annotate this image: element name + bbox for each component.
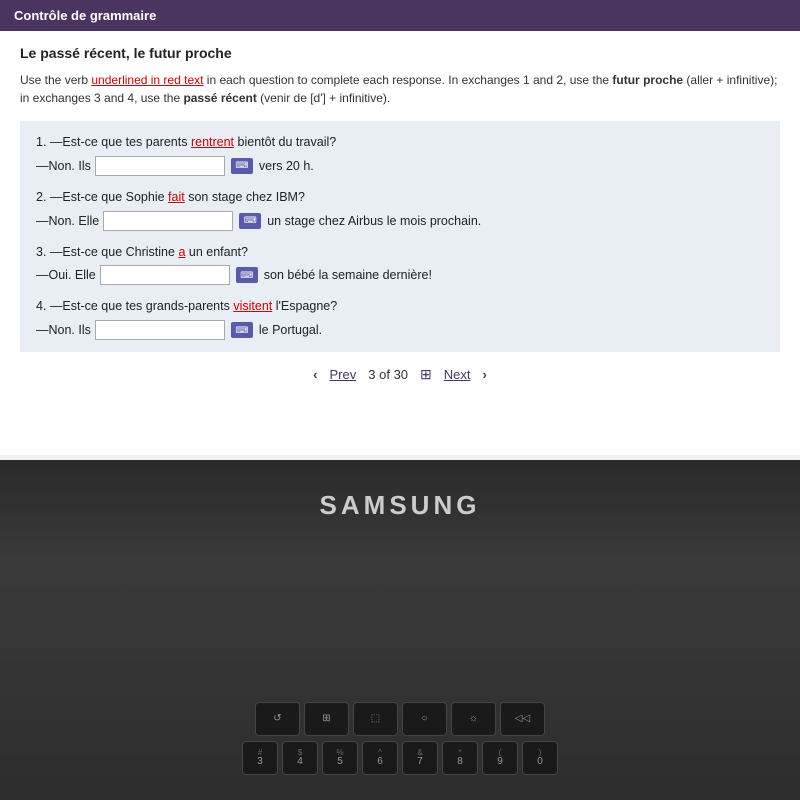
next-chevron: › <box>483 367 487 382</box>
a4-suffix: le Portugal. <box>259 323 322 337</box>
header-title: Contrôle de grammaire <box>14 8 156 23</box>
q2-post: son stage chez IBM? <box>185 190 305 204</box>
key-brightness[interactable]: ☼ <box>451 702 496 736</box>
key-0[interactable]: )0 <box>522 741 558 775</box>
q2-number: 2. <box>36 190 50 204</box>
instructions-bold1: futur proche <box>612 73 683 87</box>
total-pages: 30 <box>394 367 408 382</box>
q4-number: 4. <box>36 299 50 313</box>
key-6[interactable]: ^6 <box>362 741 398 775</box>
screen-area: Contrôle de grammaire Le passé récent, l… <box>0 0 800 460</box>
answer-line-3: —Oui. Elle ⌨ son bébé la semaine dernièr… <box>36 265 764 285</box>
q4-pre: —Est-ce que tes grands-parents <box>50 299 233 313</box>
pagination: ‹ Prev 3 of 30 ⊞ Next › <box>20 352 780 391</box>
question-block-4: 4. —Est-ce que tes grands-parents visite… <box>36 297 764 340</box>
question-line-1: 1. —Est-ce que tes parents rentrent bien… <box>36 133 764 152</box>
key-3[interactable]: #3 <box>242 741 278 775</box>
a1-suffix: vers 20 h. <box>259 159 314 173</box>
q4-post: l'Espagne? <box>272 299 337 313</box>
q1-number: 1. <box>36 135 50 149</box>
answer-line-1: —Non. Ils ⌨ vers 20 h. <box>36 156 764 176</box>
q1-post: bientôt du travail? <box>234 135 336 149</box>
content-area: Le passé récent, le futur proche Use the… <box>0 31 800 455</box>
samsung-logo: SAMSUNG <box>320 490 481 521</box>
question-block-2: 2. —Est-ce que Sophie fait son stage che… <box>36 188 764 231</box>
key-4[interactable]: $4 <box>282 741 318 775</box>
key-8[interactable]: *8 <box>442 741 478 775</box>
question-block-3: 3. —Est-ce que Christine a un enfant? —O… <box>36 243 764 286</box>
grid-icon[interactable]: ⊞ <box>420 366 432 383</box>
a2-prefix: —Non. Elle <box>36 214 99 228</box>
keyboard-row-1: ↺ ⊞ ⬚ ○ ☼ ◁◁ <box>20 702 780 736</box>
question-line-3: 3. —Est-ce que Christine a un enfant? <box>36 243 764 262</box>
instructions-part2: in each question to complete each respon… <box>203 73 612 87</box>
q2-underlined: fait <box>168 190 185 204</box>
answer-line-4: —Non. Ils ⌨ le Portugal. <box>36 320 764 340</box>
a1-prefix: —Non. Ils <box>36 159 91 173</box>
q2-pre: —Est-ce que Sophie <box>50 190 168 204</box>
q3-post: un enfant? <box>185 245 248 259</box>
instructions-part1: Use the verb <box>20 73 91 87</box>
question-block-1: 1. —Est-ce que tes parents rentrent bien… <box>36 133 764 176</box>
answer-line-2: —Non. Elle ⌨ un stage chez Airbus le moi… <box>36 211 764 231</box>
page-title: Le passé récent, le futur proche <box>20 45 780 61</box>
answer-input-2[interactable] <box>103 211 233 231</box>
key-home[interactable]: ○ <box>402 702 447 736</box>
answer-input-1[interactable] <box>95 156 225 176</box>
key-refresh[interactable]: ↺ <box>255 702 300 736</box>
q3-number: 3. <box>36 245 50 259</box>
key-7[interactable]: &7 <box>402 741 438 775</box>
kbd-icon-4: ⌨ <box>231 322 253 338</box>
key-5[interactable]: %5 <box>322 741 358 775</box>
answer-input-3[interactable] <box>100 265 230 285</box>
answer-input-4[interactable] <box>95 320 225 340</box>
instructions: Use the verb underlined in red text in e… <box>20 71 780 107</box>
questions-section: 1. —Est-ce que tes parents rentrent bien… <box>20 121 780 352</box>
page-info: 3 of 30 <box>368 367 408 382</box>
q4-underlined: visitent <box>233 299 272 313</box>
instructions-bold2: passé récent <box>183 91 256 105</box>
kbd-icon-3: ⌨ <box>236 267 258 283</box>
keyboard-area: ↺ ⊞ ⬚ ○ ☼ ◁◁ #3 $4 %5 ^6 &7 *8 (9 )0 <box>0 702 800 780</box>
q3-pre: —Est-ce que Christine <box>50 245 179 259</box>
key-9[interactable]: (9 <box>482 741 518 775</box>
current-page: 3 <box>368 367 375 382</box>
key-windows[interactable]: ⊞ <box>304 702 349 736</box>
laptop-body: SAMSUNG ↺ ⊞ ⬚ ○ ☼ ◁◁ #3 $4 %5 ^6 &7 *8 (… <box>0 460 800 800</box>
q1-pre: —Est-ce que tes parents <box>50 135 191 149</box>
page-separator: of <box>379 367 393 382</box>
instructions-part4: (venir de [d'] + infinitive). <box>257 91 390 105</box>
prev-chevron: ‹ <box>313 367 317 382</box>
a3-suffix: son bébé la semaine dernière! <box>264 268 432 282</box>
a2-suffix: un stage chez Airbus le mois prochain. <box>267 214 481 228</box>
a3-prefix: —Oui. Elle <box>36 268 96 282</box>
next-button[interactable]: Next <box>444 367 471 382</box>
key-rewind[interactable]: ◁◁ <box>500 702 545 736</box>
instructions-underlined: underlined in red text <box>91 73 203 87</box>
kbd-icon-1: ⌨ <box>231 158 253 174</box>
q1-underlined: rentrent <box>191 135 234 149</box>
question-line-2: 2. —Est-ce que Sophie fait son stage che… <box>36 188 764 207</box>
header-bar: Contrôle de grammaire <box>0 0 800 31</box>
key-display[interactable]: ⬚ <box>353 702 398 736</box>
keyboard-row-2: #3 $4 %5 ^6 &7 *8 (9 )0 <box>20 741 780 775</box>
a4-prefix: —Non. Ils <box>36 323 91 337</box>
kbd-icon-2: ⌨ <box>239 213 261 229</box>
prev-button[interactable]: Prev <box>330 367 357 382</box>
question-line-4: 4. —Est-ce que tes grands-parents visite… <box>36 297 764 316</box>
